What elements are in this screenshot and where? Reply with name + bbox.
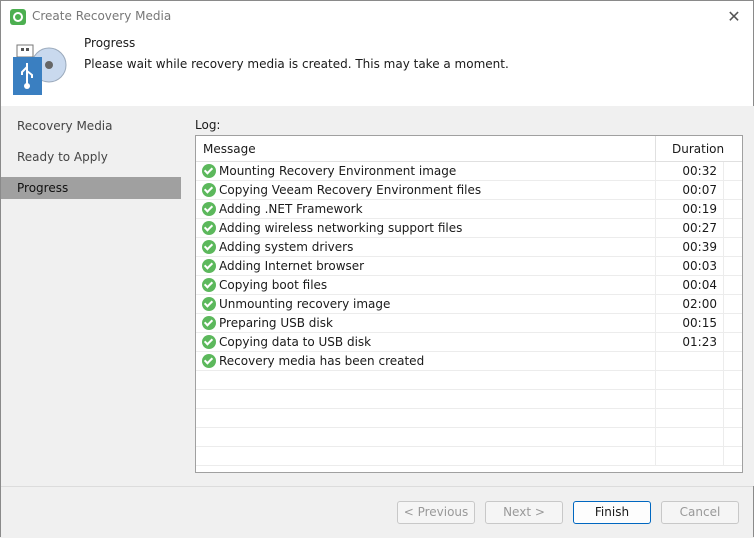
duration-cell: 00:07 xyxy=(656,181,724,200)
page-title: Progress xyxy=(84,36,136,50)
success-check-icon xyxy=(202,164,216,178)
usb-drive-icon xyxy=(13,44,67,95)
message-cell: Adding Internet browser xyxy=(196,257,656,276)
message-cell: Mounting Recovery Environment image xyxy=(196,162,656,181)
table-row[interactable]: Unmounting recovery image 02:00 xyxy=(196,295,742,314)
dialog-window: Create Recovery Media ✕ Progress Please … xyxy=(0,0,754,538)
success-check-icon xyxy=(202,278,216,292)
message-text: Mounting Recovery Environment image xyxy=(219,164,457,178)
success-check-icon xyxy=(202,183,216,197)
message-text: Adding system drivers xyxy=(219,240,354,254)
message-cell: Copying data to USB disk xyxy=(196,333,656,352)
next-button[interactable]: Next > xyxy=(485,501,563,524)
previous-button[interactable]: < Previous xyxy=(397,501,475,524)
table-row[interactable]: Adding .NET Framework 00:19 xyxy=(196,200,742,219)
message-text: Recovery media has been created xyxy=(219,354,425,368)
message-text: Preparing USB disk xyxy=(219,316,333,330)
table-row[interactable]: Copying data to USB disk 01:23 xyxy=(196,333,742,352)
duration-cell: 00:32 xyxy=(656,162,724,181)
message-cell: Copying Veeam Recovery Environment files xyxy=(196,181,656,200)
title-bar: Create Recovery Media ✕ xyxy=(1,1,753,33)
success-check-icon xyxy=(202,335,216,349)
duration-cell: 00:19 xyxy=(656,200,724,219)
column-header-duration[interactable]: Duration xyxy=(656,136,742,162)
duration-cell xyxy=(656,447,724,466)
duration-cell: 00:04 xyxy=(656,276,724,295)
duration-cell xyxy=(656,409,724,428)
duration-cell xyxy=(656,390,724,409)
success-check-icon xyxy=(202,221,216,235)
message-cell xyxy=(196,390,656,409)
duration-cell: 00:15 xyxy=(656,314,724,333)
duration-cell: 00:39 xyxy=(656,238,724,257)
message-cell: Adding .NET Framework xyxy=(196,200,656,219)
table-row[interactable]: Copying boot files 00:04 xyxy=(196,276,742,295)
message-text: Copying Veeam Recovery Environment files xyxy=(219,183,482,197)
message-text: Copying data to USB disk xyxy=(219,335,372,349)
page-subtitle: Please wait while recovery media is crea… xyxy=(84,57,509,71)
table-row[interactable]: Copying Veeam Recovery Environment files… xyxy=(196,181,742,200)
success-check-icon xyxy=(202,354,216,368)
table-row xyxy=(196,409,742,428)
cancel-button[interactable]: Cancel xyxy=(661,501,739,524)
success-check-icon xyxy=(202,202,216,216)
message-cell: Adding system drivers xyxy=(196,238,656,257)
table-row[interactable]: Adding wireless networking support files… xyxy=(196,219,742,238)
table-row xyxy=(196,447,742,466)
table-row[interactable]: Mounting Recovery Environment image 00:32 xyxy=(196,162,742,181)
message-text: Adding Internet browser xyxy=(219,259,365,273)
log-table[interactable]: Message Duration Mounting Recovery Envir… xyxy=(195,135,743,473)
duration-cell: 02:00 xyxy=(656,295,724,314)
message-cell: Unmounting recovery image xyxy=(196,295,656,314)
close-icon: ✕ xyxy=(727,7,741,26)
button-bar: < Previous Next > Finish Cancel xyxy=(1,486,753,538)
table-row[interactable]: Preparing USB disk 00:15 xyxy=(196,314,742,333)
step-ready-to-apply[interactable]: Ready to Apply xyxy=(1,146,181,168)
duration-cell xyxy=(656,428,724,447)
message-text: Unmounting recovery image xyxy=(219,297,391,311)
message-cell xyxy=(196,428,656,447)
table-row[interactable]: Adding Internet browser 00:03 xyxy=(196,257,742,276)
duration-cell: 01:23 xyxy=(656,333,724,352)
table-row xyxy=(196,390,742,409)
table-row xyxy=(196,428,742,447)
veeam-icon xyxy=(10,9,26,25)
message-cell: Recovery media has been created xyxy=(196,352,656,371)
duration-cell xyxy=(656,371,724,390)
duration-cell: 00:03 xyxy=(656,257,724,276)
message-cell xyxy=(196,447,656,466)
success-check-icon xyxy=(202,240,216,254)
window-title: Create Recovery Media xyxy=(32,9,172,23)
table-row[interactable]: Adding system drivers 00:39 xyxy=(196,238,742,257)
log-label: Log: xyxy=(195,118,221,132)
success-check-icon xyxy=(202,259,216,273)
message-cell: Adding wireless networking support files xyxy=(196,219,656,238)
message-text: Copying boot files xyxy=(219,278,328,292)
message-cell: Preparing USB disk xyxy=(196,314,656,333)
message-cell: Copying boot files xyxy=(196,276,656,295)
wizard-header: Progress Please wait while recovery medi… xyxy=(1,33,753,106)
table-row xyxy=(196,371,742,390)
success-check-icon xyxy=(202,316,216,330)
table-row[interactable]: Recovery media has been created xyxy=(196,352,742,371)
message-text: Adding .NET Framework xyxy=(219,202,363,216)
message-cell xyxy=(196,371,656,390)
step-recovery-media[interactable]: Recovery Media xyxy=(1,115,181,137)
wizard-steps: Recovery Media Ready to Apply Progress xyxy=(1,106,181,486)
column-header-message[interactable]: Message xyxy=(196,136,656,162)
duration-cell xyxy=(656,352,724,371)
message-cell xyxy=(196,409,656,428)
finish-button[interactable]: Finish xyxy=(573,501,651,524)
step-progress[interactable]: Progress xyxy=(1,177,181,199)
close-button[interactable]: ✕ xyxy=(723,6,745,28)
success-check-icon xyxy=(202,297,216,311)
message-text: Adding wireless networking support files xyxy=(219,221,463,235)
duration-cell: 00:27 xyxy=(656,219,724,238)
